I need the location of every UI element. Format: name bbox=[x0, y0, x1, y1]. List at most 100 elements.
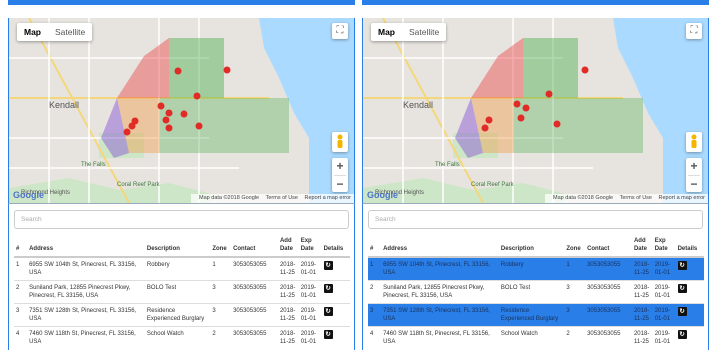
cell-contact: 3053053055 bbox=[585, 280, 632, 304]
table-row[interactable]: 3 7351 SW 128th St, Pinecrest, FL 33156,… bbox=[14, 303, 350, 327]
col-description[interactable]: Description bbox=[144, 236, 211, 258]
zoom-in-button[interactable]: + bbox=[686, 158, 702, 175]
map-view[interactable]: Kendall The Falls Richmond Heights Coral… bbox=[8, 18, 355, 203]
map-marker[interactable] bbox=[128, 122, 136, 130]
table-row[interactable]: 4 7460 SW 118th St, Pinecrest, FL 33156,… bbox=[14, 326, 350, 349]
map-marker[interactable] bbox=[193, 92, 201, 100]
map-marker[interactable] bbox=[223, 66, 231, 74]
map-attribution: Map data ©2018 Google Terms of Use Repor… bbox=[191, 194, 354, 203]
map-marker[interactable] bbox=[517, 114, 525, 122]
map-type-map-button[interactable]: Map bbox=[17, 23, 48, 41]
report-map-error-link[interactable]: Report a map error bbox=[305, 195, 351, 201]
table-row[interactable]: 1 6955 SW 104th St, Pinecrest, FL 33156,… bbox=[14, 256, 350, 281]
cell-add-date: 2018-11-25 bbox=[277, 256, 299, 281]
cell-address: 7351 SW 128th St, Pinecrest, FL 33156, U… bbox=[381, 303, 499, 327]
cell-contact: 3053053055 bbox=[231, 326, 278, 349]
table-row[interactable]: 2 Suniland Park, 12855 Pinecrest Pkwy, P… bbox=[368, 280, 704, 304]
right-panel: Kendall The Falls Richmond Heights Coral… bbox=[362, 0, 709, 350]
place-label-falls: The Falls bbox=[435, 162, 460, 168]
top-accent-bar bbox=[362, 0, 709, 5]
col-zone[interactable]: Zone bbox=[210, 236, 232, 258]
cell-zone: 3 bbox=[564, 280, 586, 304]
col-add-date[interactable]: Add Date bbox=[277, 236, 299, 258]
details-icon[interactable]: ↻ bbox=[323, 284, 333, 293]
col-details: Details bbox=[321, 236, 350, 258]
map-marker[interactable] bbox=[165, 124, 173, 132]
search-input[interactable] bbox=[14, 210, 349, 229]
col-add-date[interactable]: Add Date bbox=[631, 236, 653, 258]
cell-exp-date: 2019-01-01 bbox=[652, 326, 676, 349]
table-row[interactable]: 2 Suniland Park, 12855 Pinecrest Pkwy, P… bbox=[14, 280, 350, 304]
map-marker[interactable] bbox=[180, 110, 188, 118]
cell-contact: 3053053055 bbox=[231, 256, 278, 281]
map-type-map-button[interactable]: Map bbox=[371, 23, 402, 41]
details-icon[interactable]: ↻ bbox=[323, 307, 333, 316]
cell-description: BOLO Test bbox=[144, 280, 211, 304]
details-icon[interactable]: ↻ bbox=[323, 261, 333, 270]
cell-contact: 3053053055 bbox=[585, 326, 632, 349]
cell-num: 1 bbox=[368, 256, 382, 281]
col-description[interactable]: Description bbox=[498, 236, 565, 258]
cell-contact: 3053053055 bbox=[231, 303, 278, 327]
cell-address: 7460 SW 118th St, Pinecrest, FL 33156, U… bbox=[381, 326, 499, 349]
map-marker[interactable] bbox=[513, 100, 521, 108]
pegman-icon[interactable] bbox=[686, 132, 702, 152]
col-address[interactable]: Address bbox=[27, 236, 145, 258]
map-marker[interactable] bbox=[553, 120, 561, 128]
zoom-in-button[interactable]: + bbox=[332, 158, 348, 175]
table-row-selected[interactable]: 1 6955 SW 104th St, Pinecrest, FL 33156,… bbox=[368, 256, 704, 281]
cell-address: Suniland Park, 12855 Pinecrest Pkwy, Pin… bbox=[27, 280, 145, 304]
col-exp-date[interactable]: Exp Date bbox=[652, 236, 676, 258]
zoom-control: + − bbox=[686, 158, 702, 192]
pegman-icon[interactable] bbox=[332, 132, 348, 152]
map-marker[interactable] bbox=[165, 109, 173, 117]
col-zone[interactable]: Zone bbox=[564, 236, 586, 258]
map-marker[interactable] bbox=[195, 122, 203, 130]
map-view[interactable]: Kendall The Falls Richmond Heights Coral… bbox=[362, 18, 709, 203]
map-marker[interactable] bbox=[157, 102, 165, 110]
map-marker[interactable] bbox=[545, 90, 553, 98]
map-marker[interactable] bbox=[481, 124, 489, 132]
col-contact[interactable]: Contact bbox=[231, 236, 278, 258]
cell-exp-date: 2019-01-01 bbox=[652, 280, 676, 304]
col-contact[interactable]: Contact bbox=[585, 236, 632, 258]
place-label-falls: The Falls bbox=[81, 162, 106, 168]
zoom-out-button[interactable]: − bbox=[332, 176, 348, 193]
map-marker[interactable] bbox=[485, 116, 493, 124]
details-icon[interactable]: ↻ bbox=[677, 307, 687, 316]
search-input[interactable] bbox=[368, 210, 703, 229]
table-row[interactable]: 4 7460 SW 118th St, Pinecrest, FL 33156,… bbox=[368, 326, 704, 349]
map-marker[interactable] bbox=[162, 116, 170, 124]
map-marker[interactable] bbox=[522, 104, 530, 112]
terms-of-use-link[interactable]: Terms of Use bbox=[620, 195, 652, 201]
left-panel: Kendall The Falls Richmond Heights Coral… bbox=[8, 0, 355, 350]
cell-exp-date: 2019-01-01 bbox=[652, 256, 676, 281]
zoom-out-button[interactable]: − bbox=[686, 176, 702, 193]
col-address[interactable]: Address bbox=[381, 236, 499, 258]
table-row-selected[interactable]: 3 7351 SW 128th St, Pinecrest, FL 33156,… bbox=[368, 303, 704, 327]
google-logo: Google bbox=[13, 190, 44, 200]
map-marker[interactable] bbox=[581, 66, 589, 74]
map-type-satellite-button[interactable]: Satellite bbox=[48, 23, 92, 41]
details-icon[interactable]: ↻ bbox=[677, 261, 687, 270]
cell-add-date: 2018-11-25 bbox=[631, 256, 653, 281]
col-exp-date[interactable]: Exp Date bbox=[298, 236, 322, 258]
map-marker[interactable] bbox=[123, 128, 131, 136]
col-num[interactable]: # bbox=[368, 236, 382, 258]
details-icon[interactable]: ↻ bbox=[677, 330, 687, 339]
cell-add-date: 2018-11-25 bbox=[631, 303, 653, 327]
terms-of-use-link[interactable]: Terms of Use bbox=[266, 195, 298, 201]
cell-details: ↻ bbox=[321, 256, 350, 281]
cell-add-date: 2018-11-25 bbox=[631, 280, 653, 304]
details-icon[interactable]: ↻ bbox=[323, 330, 333, 339]
fullscreen-icon[interactable]: ⛶ bbox=[332, 23, 348, 39]
map-marker[interactable] bbox=[174, 67, 182, 75]
col-num[interactable]: # bbox=[14, 236, 28, 258]
cell-contact: 3053053055 bbox=[585, 256, 632, 281]
map-type-satellite-button[interactable]: Satellite bbox=[402, 23, 446, 41]
fullscreen-icon[interactable]: ⛶ bbox=[686, 23, 702, 39]
cell-details: ↻ bbox=[321, 280, 350, 304]
cell-add-date: 2018-11-25 bbox=[631, 326, 653, 349]
details-icon[interactable]: ↻ bbox=[677, 284, 687, 293]
report-map-error-link[interactable]: Report a map error bbox=[659, 195, 705, 201]
